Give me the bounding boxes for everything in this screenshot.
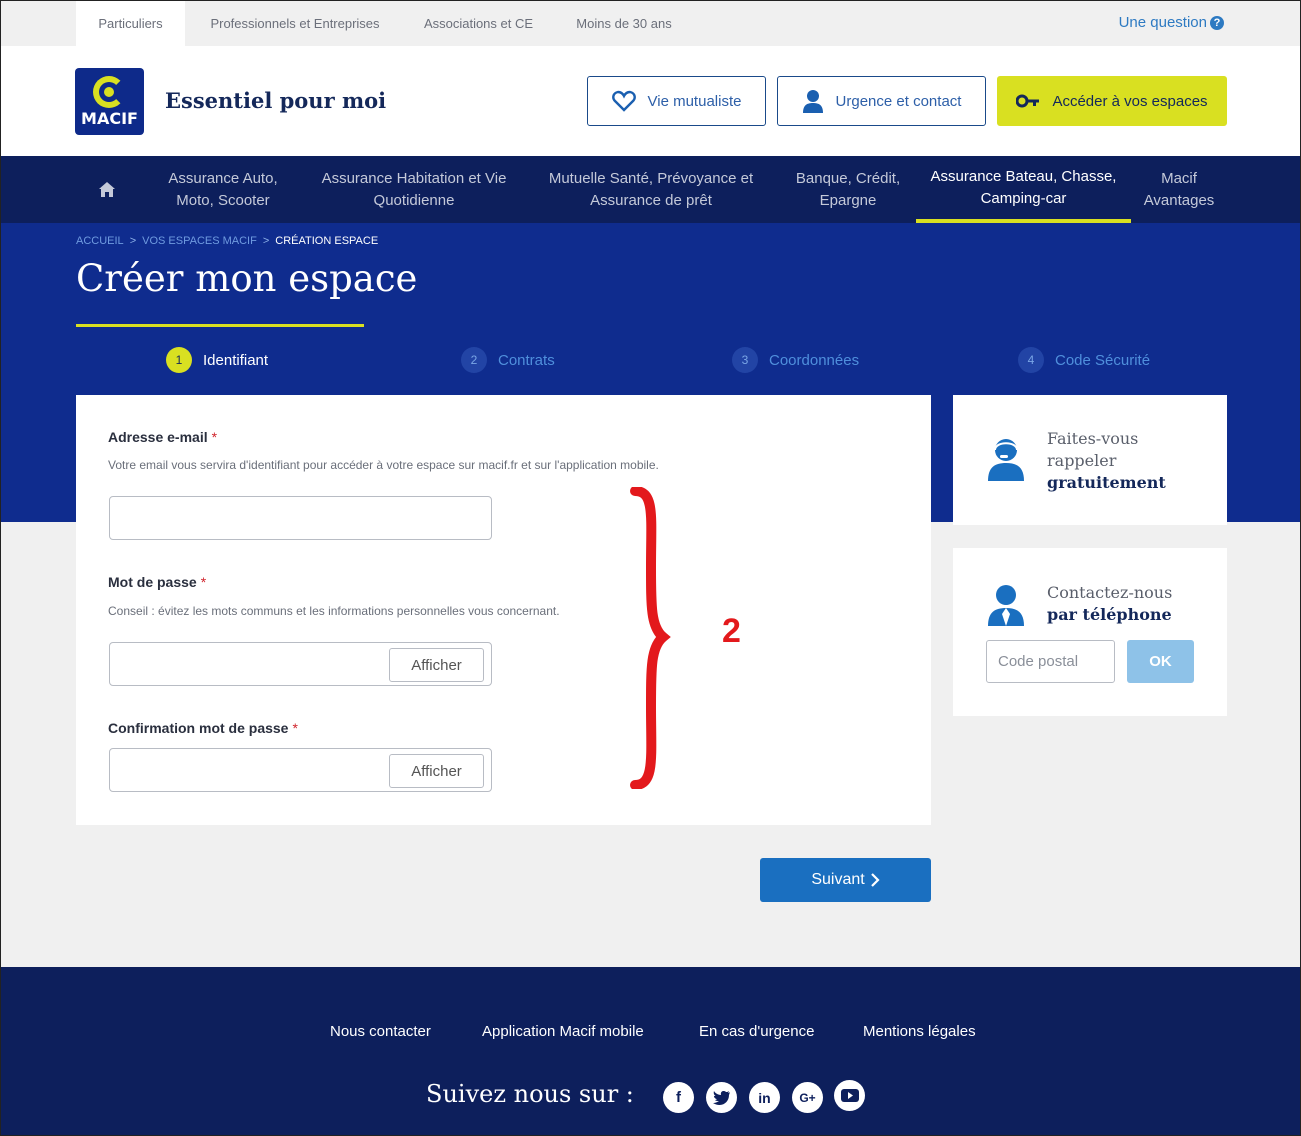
- urgence-contact-label: Urgence et contact: [835, 92, 962, 110]
- chevron-right-icon: [870, 873, 880, 887]
- suivant-label: Suivant: [811, 871, 865, 888]
- annotation-brace-icon: [630, 487, 671, 789]
- callback-card[interactable]: Faites-vous rappeler gratuitement: [953, 395, 1227, 525]
- main-nav: Assurance Auto, Moto, Scooter Assurance …: [1, 156, 1300, 223]
- email-label: Adresse e-mail *: [108, 429, 218, 445]
- step-coordonnees: 3 Coordonnées: [732, 346, 859, 374]
- site-header: MACIF Essentiel pour moi Vie mutualiste …: [1, 46, 1300, 156]
- required-marker: *: [292, 720, 298, 736]
- password-help: Conseil : évitez les mots communs et les…: [108, 604, 560, 618]
- chevron-right-icon: >: [129, 235, 137, 247]
- segment-associations[interactable]: Associations et CE: [411, 1, 546, 46]
- acceder-espaces-label: Accéder à vos espaces: [1052, 92, 1208, 110]
- confirm-password-input[interactable]: Afficher: [109, 748, 492, 792]
- step-label: Contrats: [498, 351, 555, 369]
- breadcrumb-current: CRÉATION ESPACE: [275, 235, 379, 247]
- show-confirm-button[interactable]: Afficher: [389, 754, 484, 788]
- nav-habitation[interactable]: Assurance Habitation et Vie Quotidienne: [309, 156, 519, 223]
- phone-line2: par téléphone: [1047, 605, 1172, 624]
- callback-text: Faites-vous rappeler gratuitement: [1047, 428, 1166, 494]
- vie-mutualiste-label: Vie mutualiste: [647, 92, 742, 110]
- question-label: Une question: [1118, 14, 1207, 31]
- page-title: Créer mon espace: [76, 257, 418, 300]
- nav-sante[interactable]: Mutuelle Santé, Prévoyance et Assurance …: [535, 156, 767, 223]
- question-link[interactable]: Une question?: [1119, 14, 1224, 31]
- nav-auto[interactable]: Assurance Auto, Moto, Scooter: [153, 156, 293, 223]
- footer-mentions[interactable]: Mentions légales: [863, 1023, 976, 1040]
- footer-app-mobile[interactable]: Application Macif mobile: [482, 1023, 644, 1040]
- nav-bateau[interactable]: Assurance Bateau, Chasse, Camping-car: [916, 156, 1131, 223]
- callback-line1: Faites-vous: [1047, 429, 1139, 448]
- follow-label: Suivez nous sur :: [426, 1080, 634, 1108]
- email-input[interactable]: [109, 496, 492, 540]
- help-icon: ?: [1210, 16, 1224, 30]
- breadcrumb: ACCUEIL > VOS ESPACES MACIF > CRÉATION ESPAC…: [76, 235, 378, 247]
- step-number: 3: [732, 347, 758, 373]
- suivant-button[interactable]: Suivant: [760, 858, 931, 902]
- segment-moins-30[interactable]: Moins de 30 ans: [564, 1, 684, 46]
- headset-person-icon: [988, 439, 1024, 481]
- email-help: Votre email vous servira d'identifiant p…: [108, 458, 659, 472]
- segment-professionnels[interactable]: Professionnels et Entreprises: [197, 1, 393, 46]
- twitter-icon[interactable]: [706, 1082, 737, 1113]
- title-underline: [76, 324, 364, 327]
- footer-nous-contacter[interactable]: Nous contacter: [330, 1023, 431, 1040]
- macif-logo[interactable]: MACIF: [75, 68, 144, 135]
- annotation-number: 2: [722, 612, 741, 650]
- password-label: Mot de passe *: [108, 574, 207, 590]
- logo-dot-icon: [104, 87, 114, 97]
- step-label: Coordonnées: [769, 351, 860, 369]
- chevron-right-icon: >: [262, 235, 270, 247]
- acceder-espaces-button[interactable]: Accéder à vos espaces: [997, 76, 1227, 126]
- logo-text: MACIF: [81, 109, 138, 128]
- step-label: Code Sécurité: [1055, 351, 1151, 369]
- step-number: 1: [166, 347, 192, 373]
- required-marker: *: [211, 429, 218, 445]
- site-footer: Nous contacter Application Macif mobile …: [1, 967, 1300, 1135]
- breadcrumb-espaces[interactable]: VOS ESPACES MACIF: [142, 235, 257, 247]
- segment-particuliers[interactable]: Particuliers: [76, 1, 185, 46]
- facebook-icon[interactable]: f: [663, 1082, 694, 1113]
- show-password-button[interactable]: Afficher: [389, 648, 484, 682]
- password-input[interactable]: Afficher: [109, 642, 492, 686]
- vie-mutualiste-button[interactable]: Vie mutualiste: [587, 76, 766, 126]
- nav-avantages[interactable]: Macif Avantages: [1139, 156, 1219, 223]
- youtube-icon[interactable]: [834, 1080, 865, 1111]
- phone-text: Contactez-nous par téléphone: [1047, 582, 1172, 626]
- step-code-securite: 4 Code Sécurité: [1018, 346, 1150, 374]
- googleplus-icon[interactable]: G+: [792, 1082, 823, 1113]
- segment-bar: Particuliers Professionnels et Entrepris…: [1, 1, 1300, 46]
- phone-contact-card: Contactez-nous par téléphone Code postal…: [953, 548, 1227, 716]
- person-tie-icon: [988, 585, 1024, 626]
- step-identifiant: 1 Identifiant: [166, 346, 268, 374]
- home-icon: [99, 182, 115, 197]
- callback-line2: rappeler: [1047, 451, 1117, 470]
- heart-icon: [611, 90, 636, 112]
- required-marker: *: [200, 574, 207, 590]
- person-icon: [802, 90, 823, 113]
- urgence-contact-button[interactable]: Urgence et contact: [777, 76, 986, 126]
- postal-code-input[interactable]: Code postal: [986, 640, 1115, 683]
- confirm-password-label: Confirmation mot de passe *: [108, 720, 298, 736]
- step-contrats: 2 Contrats: [461, 346, 555, 374]
- nav-banque[interactable]: Banque, Crédit, Epargne: [783, 156, 913, 223]
- phone-line1: Contactez-nous: [1047, 583, 1173, 602]
- footer-urgence[interactable]: En cas d'urgence: [699, 1023, 814, 1040]
- nav-home[interactable]: [76, 156, 138, 223]
- ok-button[interactable]: OK: [1127, 640, 1194, 683]
- step-label: Identifiant: [203, 351, 269, 369]
- step-number: 2: [461, 347, 487, 373]
- linkedin-icon[interactable]: in: [749, 1082, 780, 1113]
- key-icon: [1016, 94, 1040, 108]
- step-number: 4: [1018, 347, 1044, 373]
- callback-line3: gratuitement: [1047, 473, 1166, 492]
- tagline: Essentiel pour moi: [165, 88, 387, 113]
- breadcrumb-accueil[interactable]: ACCUEIL: [76, 235, 124, 247]
